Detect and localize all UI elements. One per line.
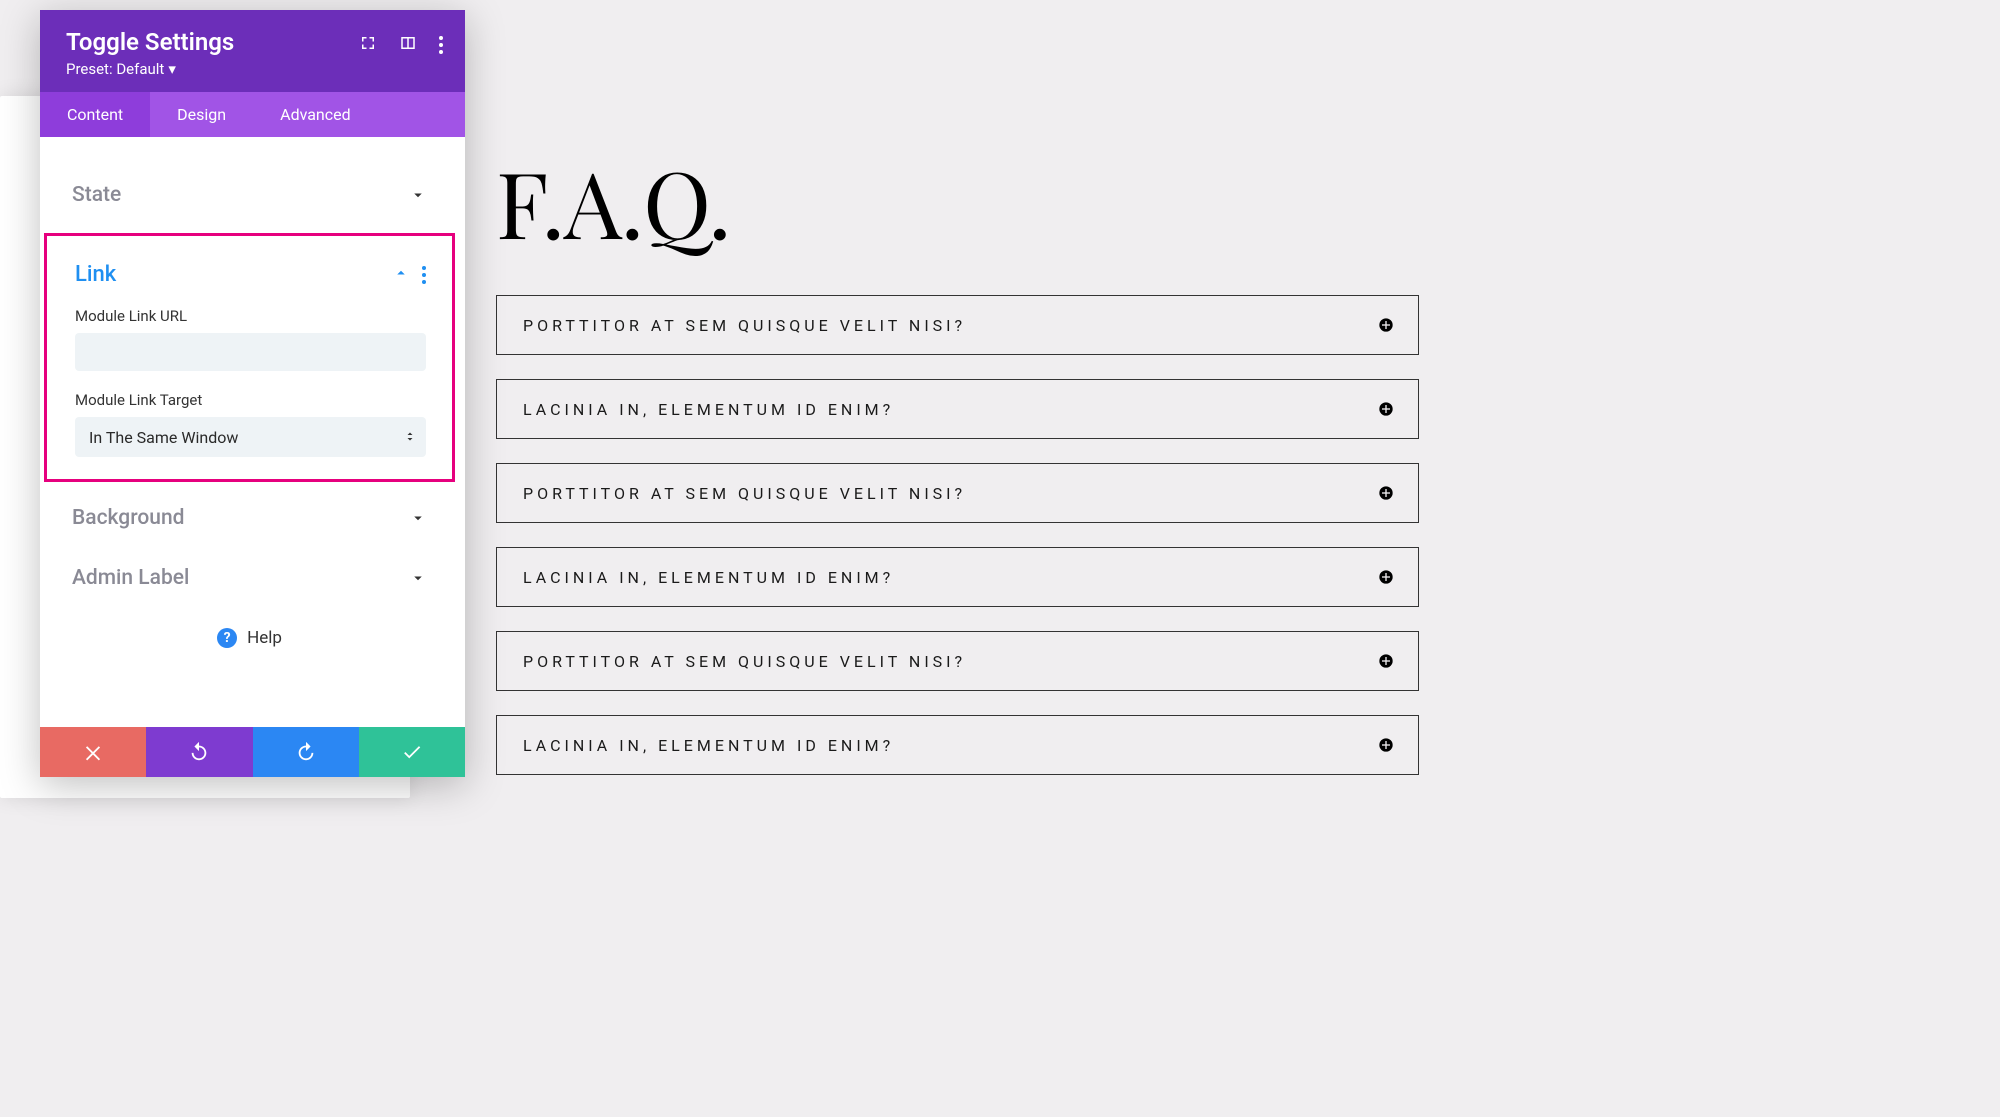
chevron-down-icon bbox=[409, 509, 427, 527]
section-admin-label-text: Admin Label bbox=[72, 566, 189, 590]
tab-content[interactable]: Content bbox=[40, 92, 150, 137]
link-section-title[interactable]: Link bbox=[75, 262, 116, 287]
help-icon: ? bbox=[217, 628, 237, 648]
plus-icon bbox=[1378, 653, 1394, 669]
plus-icon bbox=[1378, 569, 1394, 585]
faq-item-label: PORTTITOR AT SEM QUISQUE VELIT NISI? bbox=[523, 316, 966, 335]
faq-item[interactable]: LACINIA IN, ELEMENTUM ID ENIM? bbox=[496, 715, 1419, 775]
undo-button[interactable] bbox=[146, 727, 252, 777]
target-label: Module Link Target bbox=[75, 391, 426, 409]
caret-down-icon: ▾ bbox=[168, 60, 176, 78]
plus-icon bbox=[1378, 485, 1394, 501]
faq-item-label: LACINIA IN, ELEMENTUM ID ENIM? bbox=[523, 568, 894, 587]
plus-icon bbox=[1378, 401, 1394, 417]
tab-advanced[interactable]: Advanced bbox=[253, 92, 378, 137]
kebab-icon[interactable] bbox=[422, 266, 426, 284]
faq-item-label: PORTTITOR AT SEM QUISQUE VELIT NISI? bbox=[523, 652, 966, 671]
section-background-label: Background bbox=[72, 506, 184, 530]
faq-item[interactable]: PORTTITOR AT SEM QUISQUE VELIT NISI? bbox=[496, 295, 1419, 355]
panel-header: Toggle Settings Preset: Default ▾ bbox=[40, 10, 465, 92]
preset-dropdown[interactable]: Preset: Default ▾ bbox=[66, 60, 234, 78]
kebab-icon[interactable] bbox=[439, 36, 443, 54]
faq-list: PORTTITOR AT SEM QUISQUE VELIT NISI? LACI… bbox=[496, 295, 1419, 775]
target-select[interactable] bbox=[75, 417, 426, 457]
plus-icon bbox=[1378, 317, 1394, 333]
chevron-down-icon bbox=[409, 186, 427, 204]
tabs: ContentDesignAdvanced bbox=[40, 92, 465, 137]
link-section-highlight: Link Module Link URL Module Link Target bbox=[44, 233, 455, 482]
chevron-down-icon bbox=[127, 137, 427, 165]
faq-item-label: LACINIA IN, ELEMENTUM ID ENIM? bbox=[523, 400, 894, 419]
faq-item[interactable]: PORTTITOR AT SEM QUISQUE VELIT NISI? bbox=[496, 463, 1419, 523]
faq-item-label: PORTTITOR AT SEM QUISQUE VELIT NISI? bbox=[523, 484, 966, 503]
sidebar-toggle-icon[interactable] bbox=[399, 34, 417, 56]
faq-title: F.A.Q. bbox=[496, 140, 1419, 263]
preset-label: Preset: Default bbox=[66, 60, 164, 78]
section-admin-label[interactable]: Admin Label bbox=[40, 548, 459, 608]
section-state[interactable]: State bbox=[40, 165, 459, 225]
chevron-down-icon bbox=[409, 569, 427, 587]
cancel-button[interactable] bbox=[40, 727, 146, 777]
faq-region: F.A.Q. PORTTITOR AT SEM QUISQUE VELIT NI… bbox=[496, 140, 1419, 799]
chevron-up-icon[interactable] bbox=[392, 264, 410, 286]
help-button[interactable]: ? Help bbox=[40, 608, 459, 672]
body-scroll[interactable]: Text State Link Module Link URL bbox=[40, 137, 465, 727]
tab-design[interactable]: Design bbox=[150, 92, 253, 137]
settings-panel: Toggle Settings Preset: Default ▾ Conten… bbox=[40, 10, 465, 777]
section-background[interactable]: Background bbox=[40, 488, 459, 548]
help-label: Help bbox=[247, 628, 282, 648]
url-label: Module Link URL bbox=[75, 307, 426, 325]
plus-icon bbox=[1378, 737, 1394, 753]
section-text-cropped[interactable]: Text bbox=[40, 137, 459, 165]
panel-footer bbox=[40, 727, 465, 777]
save-button[interactable] bbox=[359, 727, 465, 777]
redo-button[interactable] bbox=[253, 727, 359, 777]
panel-title: Toggle Settings bbox=[66, 28, 234, 56]
panel-body: Text State Link Module Link URL bbox=[40, 137, 465, 727]
expand-icon[interactable] bbox=[359, 34, 377, 56]
faq-item[interactable]: PORTTITOR AT SEM QUISQUE VELIT NISI? bbox=[496, 631, 1419, 691]
faq-item[interactable]: LACINIA IN, ELEMENTUM ID ENIM? bbox=[496, 379, 1419, 439]
faq-item-label: LACINIA IN, ELEMENTUM ID ENIM? bbox=[523, 736, 894, 755]
url-input[interactable] bbox=[75, 333, 426, 371]
faq-item[interactable]: LACINIA IN, ELEMENTUM ID ENIM? bbox=[496, 547, 1419, 607]
section-state-label: State bbox=[72, 183, 121, 207]
